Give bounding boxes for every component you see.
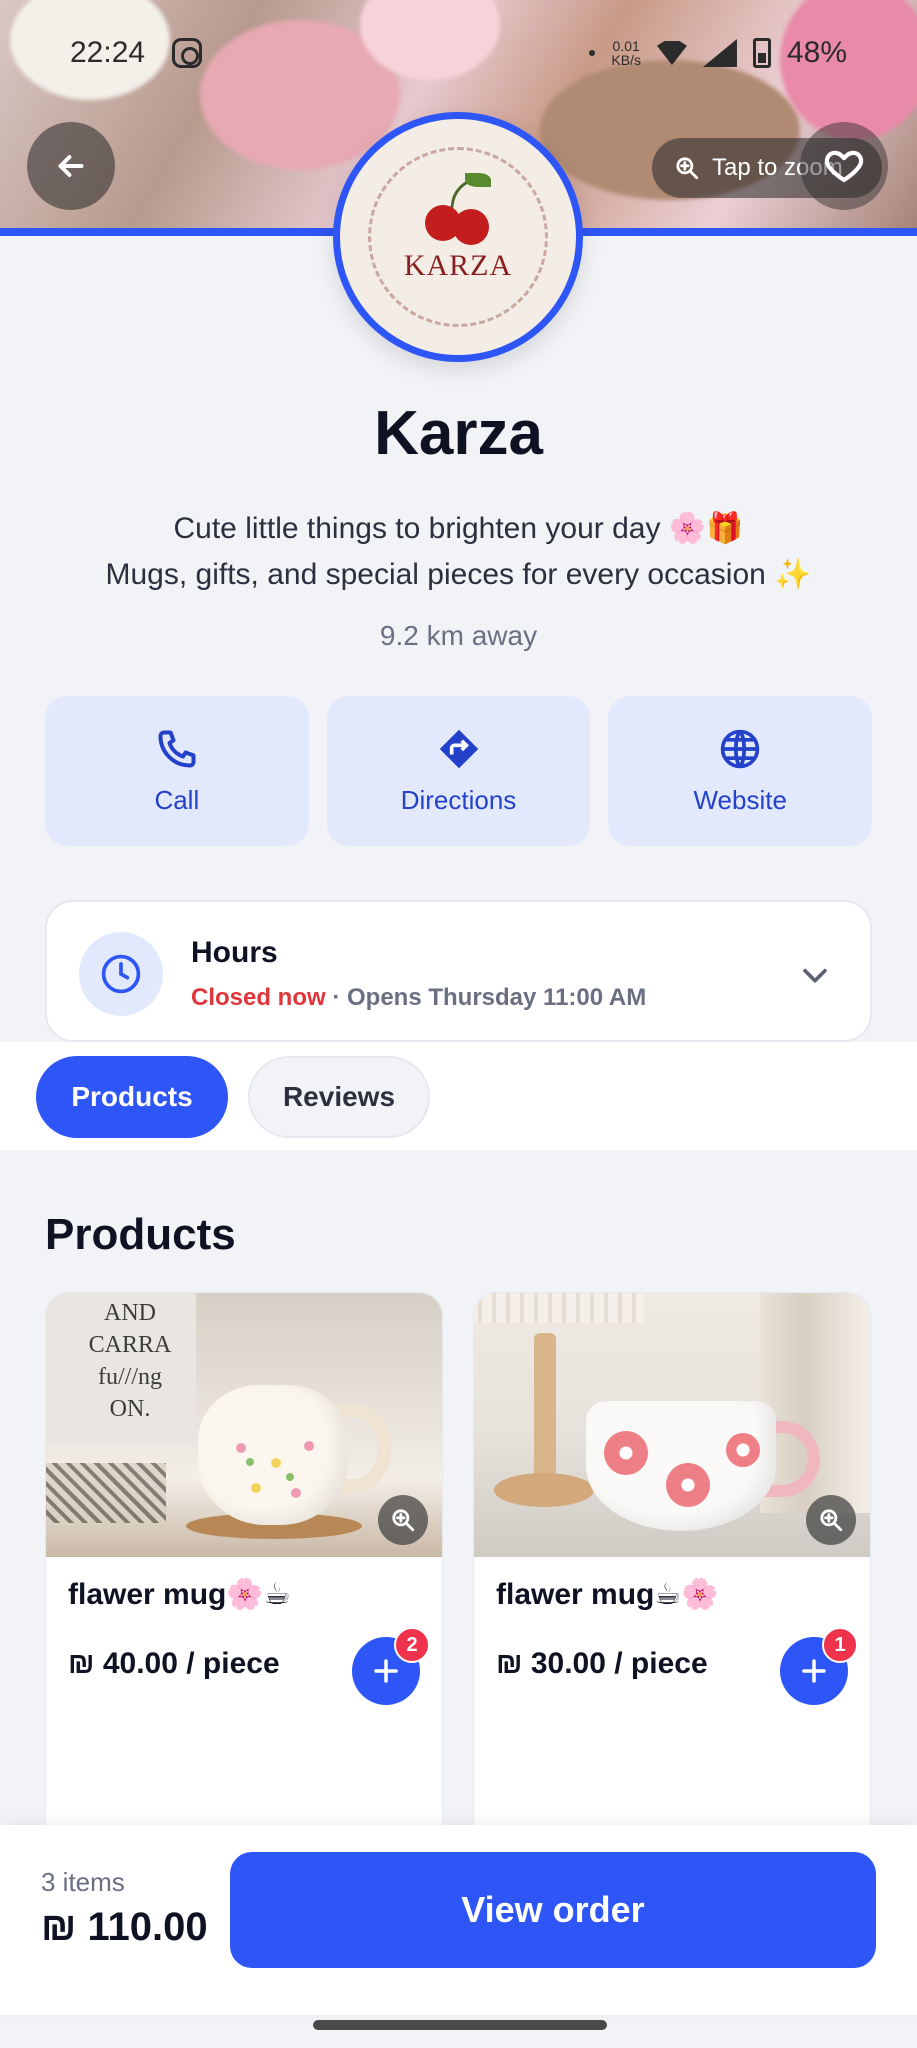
- status-icons: 0.01 KB/s 48%: [589, 36, 847, 70]
- store-description: Cute little things to brighten your day …: [0, 506, 917, 598]
- tab-products[interactable]: Products: [36, 1056, 228, 1138]
- chevron-down-icon[interactable]: [798, 958, 832, 997]
- wifi-icon: [656, 41, 687, 65]
- arrow-left-icon: [58, 155, 84, 177]
- order-summary-bar: 3 items ₪ 110.00 View order: [0, 1825, 917, 2015]
- favorite-button[interactable]: [800, 122, 888, 210]
- call-button[interactable]: Call: [45, 696, 309, 846]
- product-price: ₪ 40.00 / piece: [68, 1647, 280, 1680]
- cart-quantity-badge: 2: [394, 1627, 430, 1663]
- hours-closed-status: Closed now: [191, 984, 326, 1011]
- product-image-towel: [46, 1463, 166, 1523]
- zoom-in-icon: [392, 1509, 415, 1532]
- directions-button[interactable]: Directions: [326, 696, 591, 846]
- view-order-button[interactable]: View order: [230, 1852, 876, 1968]
- store-description-line-1: Cute little things to brighten your day …: [173, 512, 744, 545]
- product-price: ₪ 30.00 / piece: [496, 1647, 708, 1680]
- tab-reviews[interactable]: Reviews: [248, 1056, 430, 1138]
- logo-text: KARZA: [403, 249, 513, 282]
- product-image-lamp-base: [494, 1473, 594, 1507]
- cherry-icon: [413, 172, 503, 245]
- phone-icon: [158, 729, 196, 768]
- heart-icon: [824, 150, 864, 183]
- product-image-sign-text: AND CARRA fu///ng ON.: [88, 1300, 172, 1422]
- store-distance: 9.2 km away: [379, 620, 538, 651]
- plus-icon: [374, 1659, 398, 1683]
- zoom-in-icon: [676, 157, 699, 180]
- globe-icon: [720, 729, 760, 768]
- products-section-title: Products: [45, 1210, 236, 1259]
- network-speed-value: 0.01: [612, 38, 640, 54]
- product-image-mug: [198, 1385, 348, 1525]
- website-label: Website: [693, 784, 787, 815]
- product-image[interactable]: AND CARRA fu///ng ON.: [46, 1293, 442, 1557]
- product-zoom-button[interactable]: [806, 1495, 856, 1545]
- store-name: Karza: [374, 399, 543, 468]
- product-image[interactable]: [474, 1293, 870, 1557]
- store-logo: KARZA: [333, 112, 583, 362]
- product-name: flawer mug🌸☕: [68, 1578, 291, 1611]
- network-speed: 0.01 KB/s: [611, 39, 641, 67]
- hours-next-open: · Opens Thursday 11:00 AM: [325, 984, 647, 1011]
- call-label: Call: [154, 784, 200, 815]
- action-buttons: Call Directions Website: [45, 696, 873, 846]
- order-item-count: 3 items: [41, 1867, 125, 1897]
- instagram-icon: [172, 38, 202, 68]
- product-image-lamp-shade: [474, 1293, 644, 1323]
- network-speed-unit: KB/s: [611, 52, 641, 68]
- hours-title: Hours: [191, 936, 278, 969]
- home-indicator[interactable]: [313, 2020, 607, 2030]
- notification-dot-icon: [589, 50, 596, 56]
- cart-quantity-badge: 1: [822, 1627, 858, 1663]
- battery-percent: 48%: [786, 36, 847, 69]
- plus-icon: [802, 1659, 826, 1683]
- signal-icon: [702, 39, 737, 67]
- store-description-line-2: Mugs, gifts, and special pieces for ever…: [105, 558, 812, 591]
- website-button[interactable]: Website: [608, 696, 873, 846]
- status-time: 22:24: [70, 36, 146, 69]
- hours-card[interactable]: Hours Closed now · Opens Thursday 11:00 …: [45, 900, 872, 1042]
- product-card[interactable]: flawer mug☕🌸 ₪ 30.00 / piece 1: [473, 1292, 871, 1832]
- product-image-lamp: [534, 1333, 556, 1483]
- battery-icon: [752, 38, 771, 68]
- directions-label: Directions: [400, 784, 517, 815]
- product-name: flawer mug☕🌸: [496, 1578, 719, 1611]
- zoom-in-icon: [820, 1509, 843, 1532]
- directions-icon: [439, 729, 478, 768]
- status-bar: 22:24 0.01 KB/s 48%: [0, 0, 917, 108]
- back-button[interactable]: [27, 122, 115, 210]
- product-card[interactable]: AND CARRA fu///ng ON. flawer mug🌸☕ ₪ 40.…: [45, 1292, 443, 1832]
- clock-icon: [79, 932, 163, 1016]
- order-total: ₪ 110.00: [41, 1905, 208, 1949]
- product-zoom-button[interactable]: [378, 1495, 428, 1545]
- tabs-bar: Products Reviews: [0, 1042, 917, 1150]
- hours-status-line: Closed now · Opens Thursday 11:00 AM: [191, 984, 646, 1012]
